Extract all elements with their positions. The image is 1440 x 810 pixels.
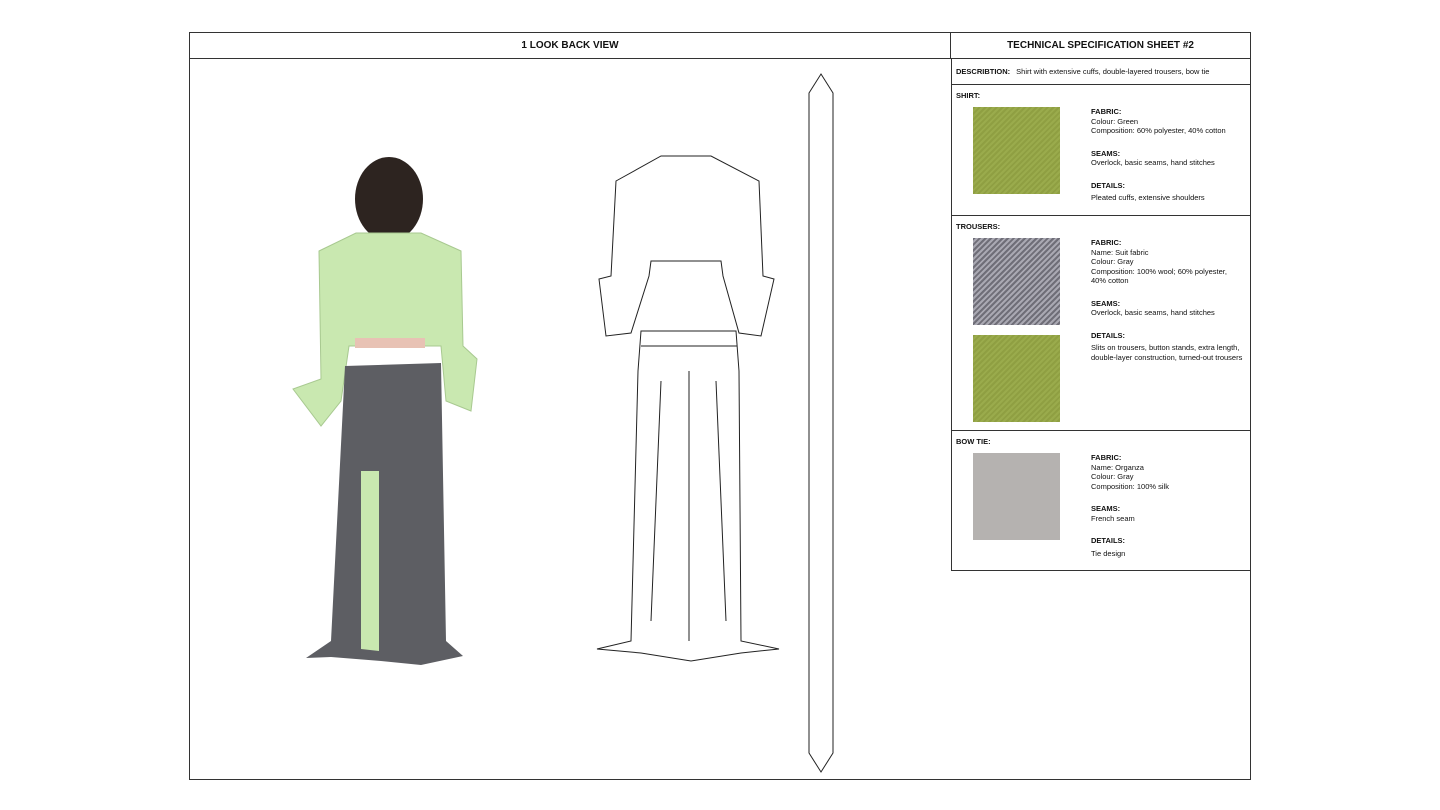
- bowtie-fabric-swatch: [973, 453, 1060, 540]
- fabric-line: Name: Suit fabric: [1091, 247, 1149, 257]
- fabric-label: FABRIC:: [1091, 238, 1122, 247]
- shirt-section: SHIRT: FABRIC: Colour: Green Composition…: [952, 85, 1250, 216]
- spec-panel: DESCRIBTION: Shirt with extensive cuffs,…: [951, 59, 1250, 571]
- bowtie-section: BOW TIE: FABRIC: Name: Organza Colour: G…: [952, 431, 1250, 570]
- bowtie-title: BOW TIE:: [956, 437, 991, 446]
- spec-sheet-header: TECHNICAL SPECIFICATION SHEET #2: [951, 33, 1250, 59]
- seams-label: SEAMS:: [1091, 148, 1121, 158]
- fabric-line: Colour: Green: [1091, 116, 1139, 126]
- fabric-label: FABRIC:: [1091, 107, 1122, 116]
- seams-label: SEAMS:: [1091, 298, 1121, 308]
- fabric-line: Composition: 100% silk: [1091, 481, 1169, 491]
- look-illustration-area: [292, 73, 834, 773]
- shirt-fabric-swatch: [973, 107, 1060, 194]
- details-text: double-layer construction, turned-out tr…: [1091, 352, 1243, 362]
- fabric-line: Colour: Gray: [1091, 472, 1134, 481]
- seams-label: SEAMS:: [1091, 504, 1121, 513]
- model-photo-back-view: [292, 157, 478, 665]
- bowtie-info: FABRIC: Name: Organza Colour: Gray Compo…: [1091, 453, 1169, 558]
- trousers-lining-swatch: [973, 335, 1060, 422]
- description-label: DESCRIBTION:: [956, 67, 1011, 76]
- fabric-line: Composition: 60% polyester, 40% cotton: [1091, 126, 1226, 135]
- fabric-line: Composition: 100% wool; 60% polyester,: [1091, 266, 1227, 276]
- details-label: DETAILS:: [1091, 180, 1126, 190]
- details-text: Slits on trousers, button stands, extra …: [1091, 343, 1240, 352]
- description-row: DESCRIBTION: Shirt with extensive cuffs,…: [952, 59, 1250, 85]
- trousers-title: TROUSERS:: [956, 222, 1001, 231]
- details-text: Pleated cuffs, extensive shoulders: [1091, 193, 1205, 202]
- trousers-info: FABRIC: Name: Suit fabric Colour: Gray C…: [1091, 238, 1242, 362]
- trousers-section: TROUSERS: FABRIC: Name: Suit fabric Colo…: [952, 216, 1250, 431]
- shirt-info: FABRIC: Colour: Green Composition: 60% p…: [1091, 107, 1226, 203]
- spec-sheet-frame: 1 LOOK BACK VIEW TECHNICAL SPECIFICATION…: [189, 32, 1251, 780]
- trousers-fabric-swatch: [973, 238, 1060, 325]
- seams-text: Overlock, basic seams, hand stitches: [1091, 158, 1215, 167]
- details-label: DETAILS:: [1091, 536, 1126, 545]
- fabric-line: Colour: Gray: [1091, 257, 1134, 266]
- details-text: Tie design: [1091, 548, 1126, 558]
- seams-text: Overlock, basic seams, hand stitches: [1091, 308, 1215, 317]
- height-scale-bar: [808, 73, 834, 773]
- look-view-header: 1 LOOK BACK VIEW: [190, 33, 951, 59]
- fabric-line: Name: Organza: [1091, 462, 1144, 472]
- technical-flat-sketch: [596, 155, 780, 662]
- description-text: Shirt with extensive cuffs, double-layer…: [1016, 67, 1210, 76]
- fabric-line: 40% cotton: [1091, 276, 1129, 285]
- details-label: DETAILS:: [1091, 330, 1126, 340]
- seams-text: French seam: [1091, 513, 1135, 523]
- shirt-title: SHIRT:: [956, 91, 981, 100]
- fabric-label: FABRIC:: [1091, 453, 1122, 462]
